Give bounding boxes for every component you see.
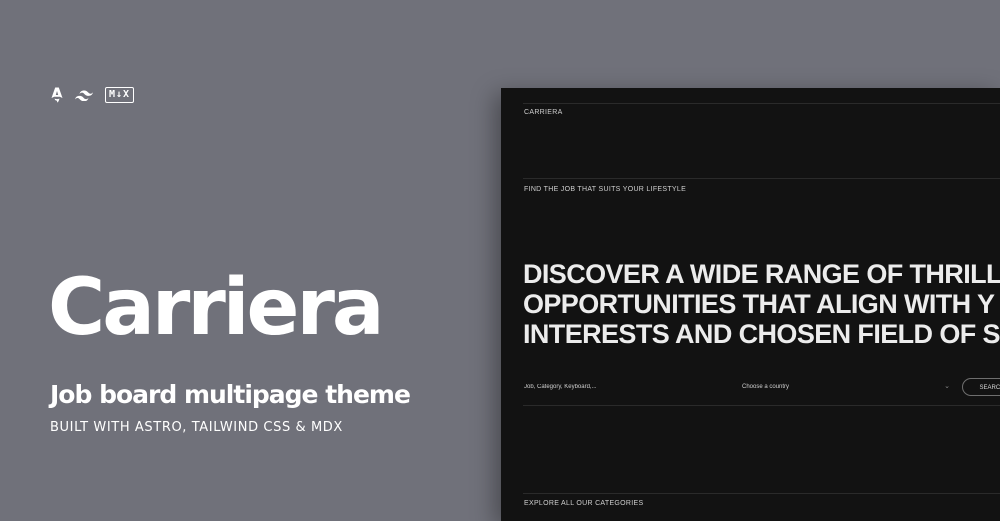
- mdx-icon: M↓X: [105, 87, 135, 103]
- divider: [523, 493, 1000, 494]
- tailwind-icon: [75, 90, 93, 101]
- preview-categories-label: EXPLORE ALL OUR CATEGORIES: [524, 500, 644, 507]
- divider: [523, 178, 1000, 179]
- brand-tagline: BUILT WITH ASTRO, TAILWIND CSS & MDX: [50, 420, 343, 435]
- astro-icon: [51, 87, 63, 103]
- chevron-down-icon: ⌄: [944, 383, 950, 390]
- country-select-value: Choose a country: [742, 384, 790, 390]
- headline-line: OPPORTUNITIES THAT ALIGN WITH Y: [523, 289, 995, 319]
- preview-site-logo[interactable]: CARRIERA: [524, 108, 563, 117]
- headline-line: INTERESTS AND CHOSEN FIELD OF S: [523, 319, 1000, 349]
- divider: [523, 405, 1000, 406]
- job-search-form: Choose a country ⌄ SEARCH: [523, 377, 1000, 399]
- brand-subtitle: Job board multipage theme: [50, 380, 411, 409]
- preview-section-label: FIND THE JOB THAT SUITS YOUR LIFESTYLE: [524, 186, 687, 193]
- preview-headline: DISCOVER A WIDE RANGE OF THRILL OPPORTUN…: [523, 259, 1000, 349]
- brand-title: Carriera: [48, 263, 385, 353]
- site-preview: CARRIERA FIND THE JOB THAT SUITS YOUR LI…: [501, 88, 1000, 521]
- country-select[interactable]: Choose a country ⌄: [742, 380, 950, 394]
- search-button[interactable]: SEARCH: [962, 378, 1000, 396]
- headline-line: DISCOVER A WIDE RANGE OF THRILL: [523, 259, 1000, 289]
- divider: [523, 103, 1000, 104]
- job-search-input[interactable]: [523, 380, 725, 394]
- tech-logos: M↓X: [51, 87, 135, 103]
